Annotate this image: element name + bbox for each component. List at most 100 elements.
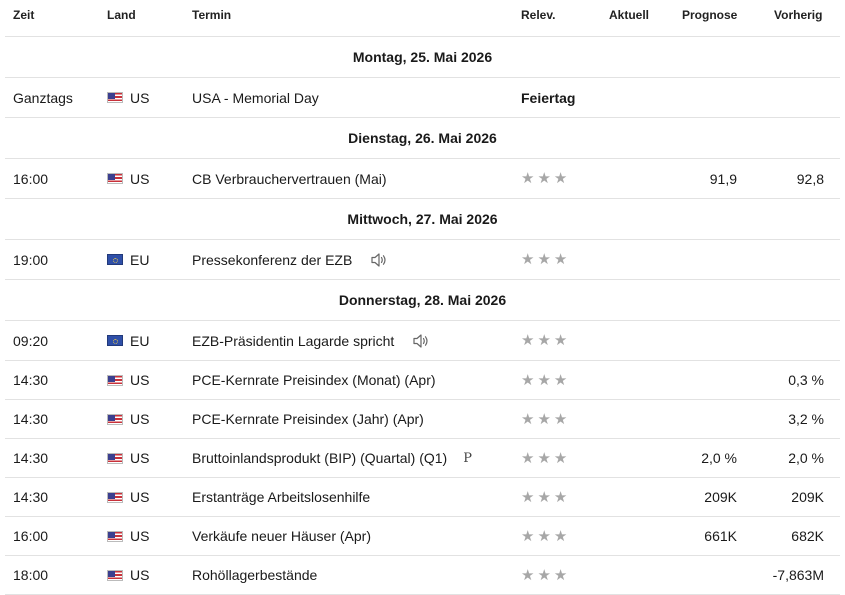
star-icon: ★: [537, 449, 551, 467]
event-title[interactable]: Rohöllagerbestände: [192, 556, 317, 594]
table-row[interactable]: 16:00 US Verkäufe neuer Häuser (Apr) ★ ★ ★…: [5, 517, 840, 556]
preliminary-badge: P: [463, 450, 472, 466]
star-icon: ★: [553, 251, 568, 268]
event-title[interactable]: PCE-Kernrate Preisindex (Jahr) (Apr): [192, 400, 424, 438]
header-time[interactable]: Zeit: [13, 8, 34, 22]
table-row[interactable]: 18:00 US Rohöllagerbestände ★ ★ ★ -7,863M: [5, 556, 840, 595]
star-icon: ★: [537, 170, 551, 187]
us-flag-icon: [107, 173, 123, 184]
event-forecast: 209K: [704, 489, 737, 505]
speaker-icon[interactable]: [370, 252, 388, 268]
event-country: EU: [130, 251, 150, 268]
event-title[interactable]: Erstanträge Arbeitslosenhilfe: [192, 478, 370, 516]
star-icon: ★: [537, 332, 551, 349]
event-title[interactable]: USA - Memorial Day: [192, 78, 319, 117]
event-country: US: [130, 89, 150, 106]
event-time: Ganztags: [13, 89, 73, 106]
event-country: US: [130, 170, 150, 187]
header-actual[interactable]: Aktuell: [609, 8, 649, 22]
event-country: US: [130, 528, 150, 544]
star-icon: ★: [521, 371, 535, 389]
event-previous: 2,0 %: [788, 450, 824, 466]
star-icon: ★: [553, 410, 568, 428]
holiday-label: Feiertag: [521, 89, 576, 106]
event-country: US: [130, 489, 150, 505]
event-previous: 0,3 %: [788, 372, 824, 388]
star-icon: ★: [537, 566, 551, 584]
eu-flag-icon: [107, 254, 123, 265]
us-flag-icon: [107, 452, 123, 464]
relevance-stars: ★ ★ ★: [521, 321, 567, 360]
table-row[interactable]: 14:30 US PCE-Kernrate Preisindex (Jahr) …: [5, 400, 840, 439]
star-icon: ★: [521, 170, 535, 187]
event-time: 09:20: [13, 332, 49, 349]
event-time: 16:00: [13, 528, 49, 544]
star-icon: ★: [553, 170, 568, 187]
event-country: US: [130, 411, 150, 427]
header-forecast[interactable]: Prognose: [682, 8, 737, 22]
table-row[interactable]: 16:00 US CB Verbrauchervertrauen (Mai) ★…: [5, 159, 840, 199]
star-icon: ★: [521, 488, 535, 506]
table-row[interactable]: 09:20 EU EZB-Präsidentin Lagarde spricht…: [5, 321, 840, 361]
us-flag-icon: [107, 413, 123, 425]
header-event[interactable]: Termin: [192, 8, 231, 22]
star-icon: ★: [537, 488, 551, 506]
relevance-stars: ★ ★ ★: [521, 400, 567, 438]
us-flag-icon: [107, 530, 123, 542]
event-country: US: [130, 372, 150, 388]
table-row[interactable]: 14:30 US Bruttoinlandsprodukt (BIP) (Qua…: [5, 439, 840, 478]
event-title[interactable]: Verkäufe neuer Häuser (Apr): [192, 517, 371, 555]
relevance-stars: ★ ★ ★: [521, 478, 567, 516]
us-flag-icon: [107, 92, 123, 103]
star-icon: ★: [521, 251, 535, 268]
event-title[interactable]: CB Verbrauchervertrauen (Mai): [192, 159, 387, 198]
relevance-stars: ★ ★ ★: [521, 517, 567, 555]
event-time: 18:00: [13, 567, 49, 583]
us-flag-icon: [107, 569, 123, 581]
table-header: Zeit Land Termin Relev. Aktuell Prognose…: [5, 0, 840, 37]
relevance-stars: ★ ★ ★: [521, 556, 567, 594]
us-flag-icon: [107, 491, 123, 503]
event-time: 14:30: [13, 489, 49, 505]
star-icon: ★: [553, 566, 568, 584]
date-heading: Dienstag, 26. Mai 2026: [5, 118, 840, 159]
date-heading: Mittwoch, 27. Mai 2026: [5, 199, 840, 240]
table-row[interactable]: Ganztags US USA - Memorial Day Feiertag: [5, 78, 840, 118]
star-icon: ★: [553, 488, 568, 506]
event-previous: 3,2 %: [788, 411, 824, 427]
event-previous: 92,8: [796, 170, 824, 187]
relevance-stars: ★ ★ ★: [521, 439, 567, 477]
event-time: 16:00: [13, 170, 49, 187]
event-title[interactable]: Pressekonferenz der EZB: [192, 252, 352, 268]
us-flag-icon: [107, 374, 123, 386]
table-row[interactable]: 14:30 US Erstanträge Arbeitslosenhilfe ★…: [5, 478, 840, 517]
star-icon: ★: [521, 566, 535, 584]
star-icon: ★: [537, 251, 551, 268]
date-heading: Montag, 25. Mai 2026: [5, 37, 840, 78]
relevance-stars: ★ ★ ★: [521, 240, 567, 279]
header-previous[interactable]: Vorherig: [774, 8, 822, 22]
event-forecast: 661K: [704, 528, 737, 544]
star-icon: ★: [521, 410, 535, 428]
event-country: EU: [130, 332, 150, 349]
star-icon: ★: [537, 527, 551, 545]
speaker-icon[interactable]: [412, 333, 430, 349]
relevance-stars: ★ ★ ★: [521, 361, 567, 399]
event-title[interactable]: Bruttoinlandsprodukt (BIP) (Quartal) (Q1…: [192, 450, 447, 466]
event-previous: -7,863M: [772, 567, 824, 583]
event-time: 14:30: [13, 411, 49, 427]
star-icon: ★: [553, 332, 568, 349]
header-relevance[interactable]: Relev.: [521, 8, 555, 22]
event-title[interactable]: EZB-Präsidentin Lagarde spricht: [192, 333, 394, 349]
eu-flag-icon: [107, 335, 123, 346]
star-icon: ★: [521, 449, 535, 467]
date-heading: Donnerstag, 28. Mai 2026: [5, 280, 840, 321]
table-row[interactable]: 19:00 EU Pressekonferenz der EZB ★ ★ ★: [5, 240, 840, 280]
star-icon: ★: [553, 449, 568, 467]
header-country[interactable]: Land: [107, 8, 136, 22]
star-icon: ★: [537, 410, 551, 428]
event-title[interactable]: PCE-Kernrate Preisindex (Monat) (Apr): [192, 361, 436, 399]
star-icon: ★: [553, 527, 568, 545]
event-forecast: 91,9: [709, 170, 737, 187]
table-row[interactable]: 14:30 US PCE-Kernrate Preisindex (Monat)…: [5, 361, 840, 400]
